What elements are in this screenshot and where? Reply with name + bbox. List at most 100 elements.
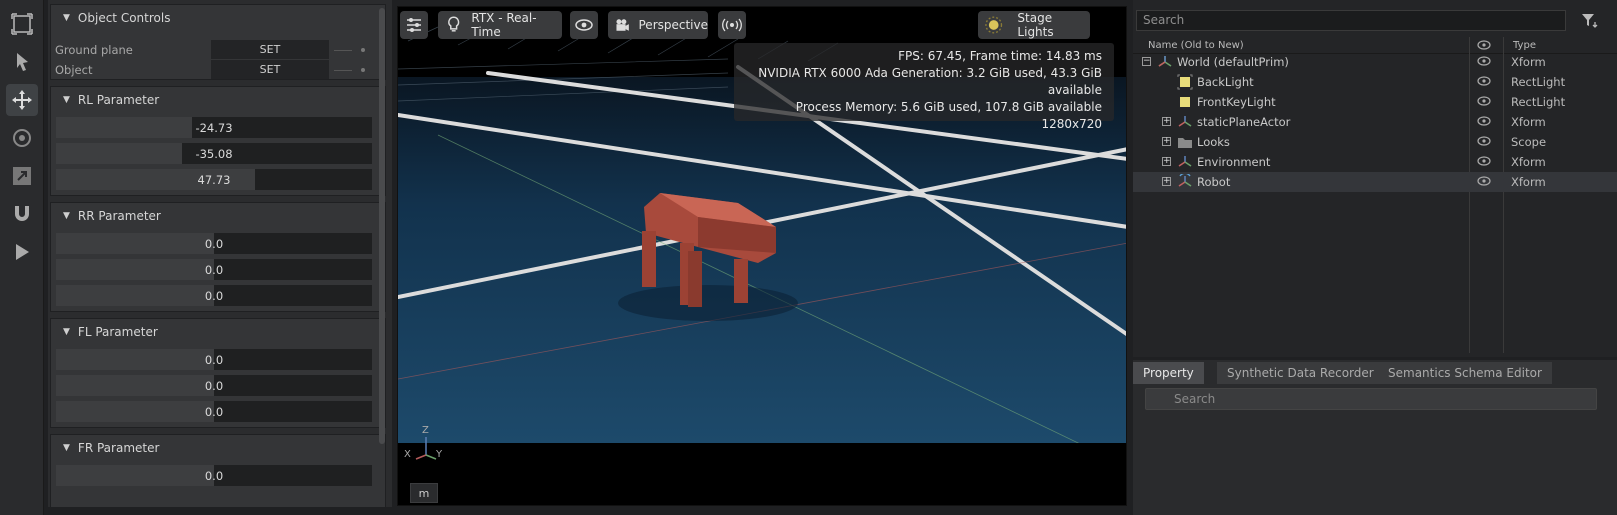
tree-item-type: Xform	[1511, 175, 1546, 189]
params-scrollbar[interactable]	[379, 8, 385, 444]
axis-gizmo	[415, 437, 437, 460]
object-controls-header[interactable]: ▼ Object Controls	[51, 5, 385, 31]
rr-slider-3[interactable]: 0.0	[56, 285, 372, 306]
camera-dropdown[interactable]: Perspective	[608, 11, 708, 39]
sliders-icon	[407, 18, 421, 32]
scale-tool-icon[interactable]	[6, 160, 38, 192]
axis-x-label: X	[404, 449, 411, 460]
left-toolbar	[0, 0, 44, 515]
property-search-input[interactable]: Search	[1145, 388, 1597, 410]
tree-item-type: RectLight	[1511, 75, 1566, 89]
play-icon[interactable]	[6, 236, 38, 268]
tree-item-type: Scope	[1511, 135, 1547, 149]
slider-value: 0.0	[204, 288, 224, 303]
expand-toggle[interactable]: +	[1162, 177, 1171, 186]
stage-search-input[interactable]: Search	[1136, 10, 1566, 31]
slider-value: -24.73	[195, 120, 233, 135]
broadcast-icon	[722, 18, 742, 32]
filter-icon[interactable]	[1581, 12, 1599, 28]
collapse-triangle-icon: ▼	[63, 211, 70, 221]
eye-icon[interactable]	[1477, 156, 1491, 166]
xform-icon	[1178, 116, 1192, 127]
tab-semantics-schema-editor[interactable]: Semantics Schema Editor	[1378, 362, 1552, 384]
fr-slider-1[interactable]: 0.0	[56, 465, 372, 486]
stage-lights-dropdown[interactable]: Stage Lights	[978, 11, 1090, 39]
slider-value: 47.73	[197, 172, 231, 187]
tree-item-type: RectLight	[1511, 95, 1566, 109]
rr-slider-1[interactable]: 0.0	[56, 233, 372, 254]
lightbulb-icon	[448, 16, 460, 32]
eye-icon[interactable]	[1477, 136, 1491, 146]
ground-plane-label: Ground plane	[55, 42, 133, 57]
renderer-label: RTX - Real-Time	[471, 11, 537, 39]
fl-slider-1[interactable]: 0.0	[56, 349, 372, 370]
snap-magnet-icon[interactable]	[6, 198, 38, 230]
folder-icon	[1178, 138, 1192, 148]
expand-toggle[interactable]: +	[1162, 137, 1171, 146]
rl-parameter-header[interactable]: ▼ RL Parameter	[51, 87, 385, 113]
slider-value: -35.08	[195, 146, 233, 161]
tree-row-robot[interactable]: + Robot Xform	[1133, 172, 1617, 192]
collapse-triangle-icon: ▼	[63, 13, 70, 23]
section-title: FL Parameter	[77, 325, 158, 339]
tree-row-staticplaneactor[interactable]: + staticPlaneActor Xform	[1133, 112, 1617, 132]
rr-slider-2[interactable]: 0.0	[56, 259, 372, 280]
property-panel: Property Synthetic Data Recorder Semanti…	[1133, 360, 1617, 515]
eye-icon[interactable]	[1477, 96, 1491, 106]
viewport[interactable]: RTX - Real-Time Perspective Stage Lights…	[397, 6, 1127, 506]
tree-row-environment[interactable]: + Environment Xform	[1133, 152, 1617, 172]
slider-value: 0.0	[204, 262, 224, 277]
rotate-tool-icon[interactable]	[6, 122, 38, 154]
tab-synthetic-data-recorder[interactable]: Synthetic Data Recorder	[1217, 362, 1384, 384]
slider-value: 0.0	[204, 236, 224, 251]
eye-icon	[575, 19, 593, 31]
tree-row-looks[interactable]: + Looks Scope	[1133, 132, 1617, 152]
collapse-toggle[interactable]: −	[1142, 57, 1151, 66]
section-title: FR Parameter	[77, 441, 160, 455]
fl-slider-2[interactable]: 0.0	[56, 375, 372, 396]
tree-row-backlight[interactable]: BackLight RectLight	[1133, 72, 1617, 92]
select-mode-icon[interactable]	[6, 8, 38, 40]
expand-toggle[interactable]: +	[1162, 157, 1171, 166]
camera-icon	[616, 19, 629, 31]
gpu-readout: NVIDIA RTX 6000 Ada Generation: 3.2 GiB …	[758, 66, 1102, 97]
fl-parameter-section: ▼ FL Parameter 0.0 0.0 0.0	[50, 318, 386, 428]
light-icon	[1177, 74, 1193, 90]
rl-slider-1[interactable]: -24.73	[56, 117, 372, 138]
resolution-readout: 1280x720	[1041, 117, 1102, 131]
memory-readout: Process Memory: 5.6 GiB used, 107.8 GiB …	[795, 100, 1102, 114]
eye-icon[interactable]	[1477, 76, 1491, 86]
ground-plane-set-button[interactable]: SET	[211, 40, 329, 59]
collapse-triangle-icon: ▼	[63, 95, 70, 105]
rr-parameter-header[interactable]: ▼ RR Parameter	[51, 203, 385, 229]
fr-parameter-header[interactable]: ▼ FR Parameter	[51, 435, 385, 461]
select-arrow-icon[interactable]	[6, 46, 38, 78]
eye-icon[interactable]	[1477, 176, 1491, 186]
unit-button[interactable]: m	[410, 483, 438, 503]
tab-property[interactable]: Property	[1133, 362, 1204, 384]
fr-parameter-section: ▼ FR Parameter 0.0	[50, 434, 386, 507]
rl-slider-3[interactable]: 47.73	[56, 169, 372, 190]
object-set-button[interactable]: SET	[211, 60, 329, 79]
move-tool-icon[interactable]	[6, 84, 38, 116]
tree-row-frontkeylight[interactable]: FrontKeyLight RectLight	[1133, 92, 1617, 112]
expand-toggle[interactable]: +	[1162, 117, 1171, 126]
fl-parameter-header[interactable]: ▼ FL Parameter	[51, 319, 385, 345]
light-icon	[1180, 97, 1190, 107]
section-title: Object Controls	[77, 11, 171, 25]
rl-slider-2[interactable]: -35.08	[56, 143, 372, 164]
section-title: RL Parameter	[77, 93, 160, 107]
settings-button[interactable]	[400, 11, 428, 39]
divider	[334, 70, 352, 71]
visibility-button[interactable]	[570, 11, 598, 39]
eye-icon[interactable]	[1477, 56, 1491, 66]
type-column-header[interactable]: Type	[1513, 40, 1536, 51]
tree-item-label: Looks	[1197, 135, 1230, 149]
parameter-panel: ▼ Object Controls Ground plane SET Object…	[48, 0, 392, 507]
renderer-dropdown[interactable]: RTX - Real-Time	[438, 11, 562, 39]
tree-row-world[interactable]: − World (defaultPrim) Xform	[1133, 52, 1617, 72]
eye-icon[interactable]	[1477, 116, 1491, 126]
fl-slider-3[interactable]: 0.0	[56, 401, 372, 422]
broadcast-button[interactable]	[718, 11, 746, 39]
name-column-header[interactable]: Name (Old to New)	[1148, 40, 1244, 51]
